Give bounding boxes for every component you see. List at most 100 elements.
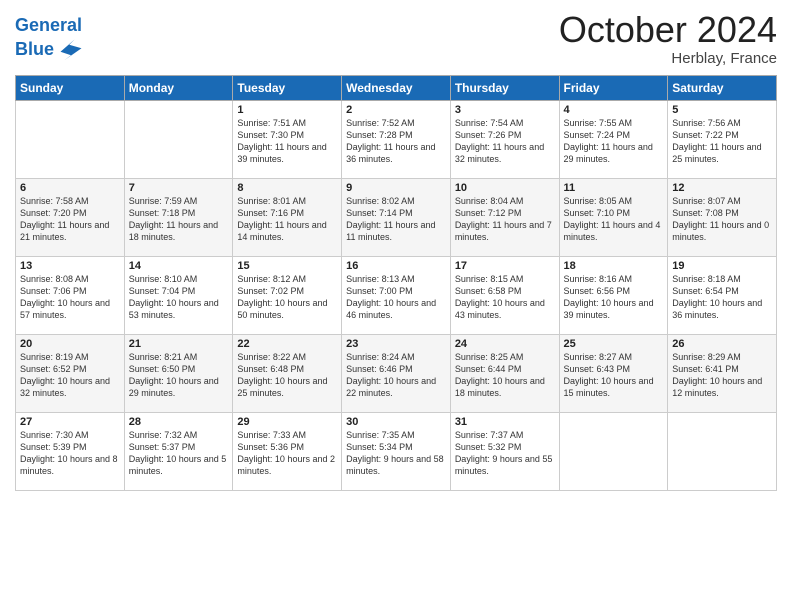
day-number: 20 <box>20 338 120 350</box>
logo: General Blue <box>15 15 85 64</box>
week-row-1: 6Sunrise: 7:58 AM Sunset: 7:20 PM Daylig… <box>16 178 777 256</box>
calendar-cell: 11Sunrise: 8:05 AM Sunset: 7:10 PM Dayli… <box>559 178 668 256</box>
day-number: 8 <box>237 182 337 194</box>
day-number: 17 <box>455 260 555 272</box>
day-number: 11 <box>564 182 664 194</box>
day-info: Sunrise: 8:05 AM Sunset: 7:10 PM Dayligh… <box>564 195 664 244</box>
day-number: 7 <box>129 182 229 194</box>
calendar-cell: 15Sunrise: 8:12 AM Sunset: 7:02 PM Dayli… <box>233 256 342 334</box>
calendar-cell: 20Sunrise: 8:19 AM Sunset: 6:52 PM Dayli… <box>16 334 125 412</box>
calendar-cell <box>124 100 233 178</box>
day-number: 6 <box>20 182 120 194</box>
calendar-cell: 30Sunrise: 7:35 AM Sunset: 5:34 PM Dayli… <box>342 412 451 490</box>
calendar-cell: 13Sunrise: 8:08 AM Sunset: 7:06 PM Dayli… <box>16 256 125 334</box>
day-number: 27 <box>20 416 120 428</box>
calendar-cell: 10Sunrise: 8:04 AM Sunset: 7:12 PM Dayli… <box>450 178 559 256</box>
calendar-cell <box>559 412 668 490</box>
week-row-4: 27Sunrise: 7:30 AM Sunset: 5:39 PM Dayli… <box>16 412 777 490</box>
day-number: 31 <box>455 416 555 428</box>
day-number: 21 <box>129 338 229 350</box>
location: Herblay, France <box>559 50 777 67</box>
day-info: Sunrise: 8:02 AM Sunset: 7:14 PM Dayligh… <box>346 195 446 244</box>
day-info: Sunrise: 8:19 AM Sunset: 6:52 PM Dayligh… <box>20 351 120 400</box>
col-sunday: Sunday <box>16 75 125 100</box>
col-tuesday: Tuesday <box>233 75 342 100</box>
day-info: Sunrise: 7:55 AM Sunset: 7:24 PM Dayligh… <box>564 117 664 166</box>
day-info: Sunrise: 7:58 AM Sunset: 7:20 PM Dayligh… <box>20 195 120 244</box>
calendar-cell: 8Sunrise: 8:01 AM Sunset: 7:16 PM Daylig… <box>233 178 342 256</box>
day-number: 22 <box>237 338 337 350</box>
calendar-cell: 29Sunrise: 7:33 AM Sunset: 5:36 PM Dayli… <box>233 412 342 490</box>
week-row-3: 20Sunrise: 8:19 AM Sunset: 6:52 PM Dayli… <box>16 334 777 412</box>
day-number: 9 <box>346 182 446 194</box>
day-number: 26 <box>672 338 772 350</box>
calendar-cell: 4Sunrise: 7:55 AM Sunset: 7:24 PM Daylig… <box>559 100 668 178</box>
calendar-cell: 16Sunrise: 8:13 AM Sunset: 7:00 PM Dayli… <box>342 256 451 334</box>
col-saturday: Saturday <box>668 75 777 100</box>
day-number: 29 <box>237 416 337 428</box>
header: General Blue October 2024 Herblay, Franc… <box>15 10 777 67</box>
day-info: Sunrise: 7:33 AM Sunset: 5:36 PM Dayligh… <box>237 429 337 478</box>
day-info: Sunrise: 7:37 AM Sunset: 5:32 PM Dayligh… <box>455 429 555 478</box>
day-info: Sunrise: 7:59 AM Sunset: 7:18 PM Dayligh… <box>129 195 229 244</box>
day-info: Sunrise: 8:25 AM Sunset: 6:44 PM Dayligh… <box>455 351 555 400</box>
day-info: Sunrise: 8:13 AM Sunset: 7:00 PM Dayligh… <box>346 273 446 322</box>
day-number: 18 <box>564 260 664 272</box>
day-number: 16 <box>346 260 446 272</box>
day-info: Sunrise: 8:27 AM Sunset: 6:43 PM Dayligh… <box>564 351 664 400</box>
day-number: 12 <box>672 182 772 194</box>
day-number: 13 <box>20 260 120 272</box>
calendar-page: General Blue October 2024 Herblay, Franc… <box>0 0 792 612</box>
calendar-cell: 19Sunrise: 8:18 AM Sunset: 6:54 PM Dayli… <box>668 256 777 334</box>
day-info: Sunrise: 8:22 AM Sunset: 6:48 PM Dayligh… <box>237 351 337 400</box>
calendar-cell <box>16 100 125 178</box>
day-info: Sunrise: 7:32 AM Sunset: 5:37 PM Dayligh… <box>129 429 229 478</box>
calendar-cell: 21Sunrise: 8:21 AM Sunset: 6:50 PM Dayli… <box>124 334 233 412</box>
day-number: 3 <box>455 104 555 116</box>
logo-general: General <box>15 15 82 35</box>
day-info: Sunrise: 8:12 AM Sunset: 7:02 PM Dayligh… <box>237 273 337 322</box>
title-block: October 2024 Herblay, France <box>559 10 777 67</box>
col-monday: Monday <box>124 75 233 100</box>
day-info: Sunrise: 7:51 AM Sunset: 7:30 PM Dayligh… <box>237 117 337 166</box>
day-info: Sunrise: 7:54 AM Sunset: 7:26 PM Dayligh… <box>455 117 555 166</box>
col-thursday: Thursday <box>450 75 559 100</box>
day-number: 23 <box>346 338 446 350</box>
calendar-cell: 12Sunrise: 8:07 AM Sunset: 7:08 PM Dayli… <box>668 178 777 256</box>
col-friday: Friday <box>559 75 668 100</box>
calendar-cell: 3Sunrise: 7:54 AM Sunset: 7:26 PM Daylig… <box>450 100 559 178</box>
calendar-cell: 9Sunrise: 8:02 AM Sunset: 7:14 PM Daylig… <box>342 178 451 256</box>
day-info: Sunrise: 8:15 AM Sunset: 6:58 PM Dayligh… <box>455 273 555 322</box>
calendar-cell: 5Sunrise: 7:56 AM Sunset: 7:22 PM Daylig… <box>668 100 777 178</box>
logo-icon <box>57 36 85 64</box>
day-number: 28 <box>129 416 229 428</box>
day-info: Sunrise: 8:01 AM Sunset: 7:16 PM Dayligh… <box>237 195 337 244</box>
calendar-cell: 28Sunrise: 7:32 AM Sunset: 5:37 PM Dayli… <box>124 412 233 490</box>
day-info: Sunrise: 7:35 AM Sunset: 5:34 PM Dayligh… <box>346 429 446 478</box>
day-info: Sunrise: 7:52 AM Sunset: 7:28 PM Dayligh… <box>346 117 446 166</box>
logo-blue: Blue <box>15 39 54 60</box>
calendar-cell: 31Sunrise: 7:37 AM Sunset: 5:32 PM Dayli… <box>450 412 559 490</box>
calendar-cell: 2Sunrise: 7:52 AM Sunset: 7:28 PM Daylig… <box>342 100 451 178</box>
col-wednesday: Wednesday <box>342 75 451 100</box>
day-info: Sunrise: 8:29 AM Sunset: 6:41 PM Dayligh… <box>672 351 772 400</box>
calendar-cell: 17Sunrise: 8:15 AM Sunset: 6:58 PM Dayli… <box>450 256 559 334</box>
calendar-cell: 23Sunrise: 8:24 AM Sunset: 6:46 PM Dayli… <box>342 334 451 412</box>
day-info: Sunrise: 8:10 AM Sunset: 7:04 PM Dayligh… <box>129 273 229 322</box>
day-number: 4 <box>564 104 664 116</box>
header-row: Sunday Monday Tuesday Wednesday Thursday… <box>16 75 777 100</box>
day-number: 1 <box>237 104 337 116</box>
day-info: Sunrise: 7:30 AM Sunset: 5:39 PM Dayligh… <box>20 429 120 478</box>
calendar-cell: 1Sunrise: 7:51 AM Sunset: 7:30 PM Daylig… <box>233 100 342 178</box>
calendar-table: Sunday Monday Tuesday Wednesday Thursday… <box>15 75 777 491</box>
calendar-cell: 26Sunrise: 8:29 AM Sunset: 6:41 PM Dayli… <box>668 334 777 412</box>
calendar-cell: 18Sunrise: 8:16 AM Sunset: 6:56 PM Dayli… <box>559 256 668 334</box>
month-title: October 2024 <box>559 10 777 50</box>
day-info: Sunrise: 8:07 AM Sunset: 7:08 PM Dayligh… <box>672 195 772 244</box>
calendar-cell: 7Sunrise: 7:59 AM Sunset: 7:18 PM Daylig… <box>124 178 233 256</box>
day-info: Sunrise: 8:16 AM Sunset: 6:56 PM Dayligh… <box>564 273 664 322</box>
week-row-2: 13Sunrise: 8:08 AM Sunset: 7:06 PM Dayli… <box>16 256 777 334</box>
day-info: Sunrise: 7:56 AM Sunset: 7:22 PM Dayligh… <box>672 117 772 166</box>
day-number: 2 <box>346 104 446 116</box>
calendar-cell: 6Sunrise: 7:58 AM Sunset: 7:20 PM Daylig… <box>16 178 125 256</box>
